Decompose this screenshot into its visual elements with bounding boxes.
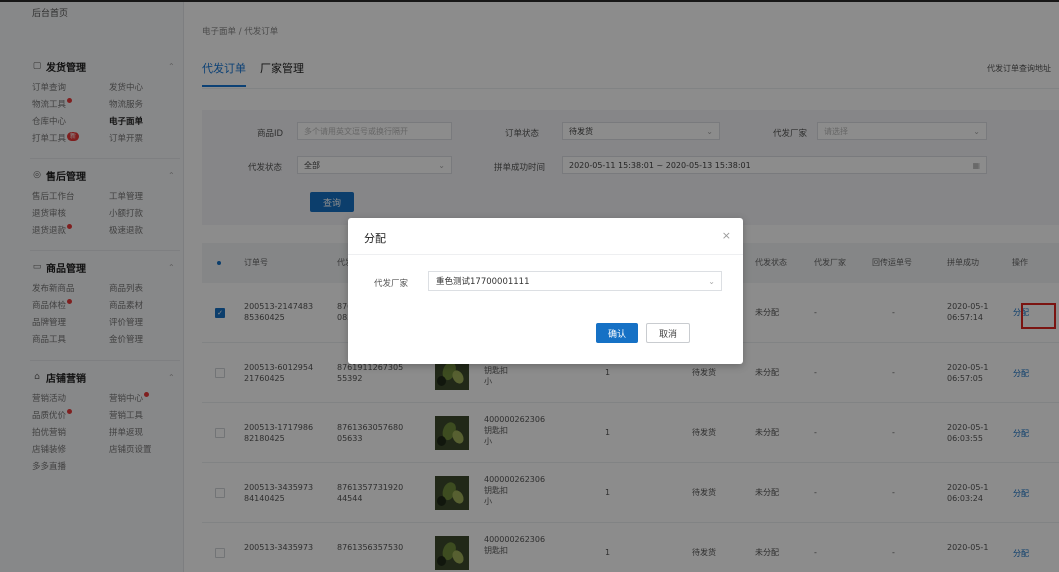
- divider: [348, 254, 743, 255]
- factory-select[interactable]: 重色测试17700001111 ⌄: [428, 271, 722, 291]
- close-icon[interactable]: ×: [722, 229, 731, 242]
- cancel-button[interactable]: 取消: [646, 323, 690, 343]
- confirm-button[interactable]: 确认: [596, 323, 638, 343]
- chevron-down-icon: ⌄: [708, 276, 715, 286]
- dialog-title: 分配: [364, 232, 386, 245]
- factory-label: 代发厂家: [374, 279, 409, 289]
- assign-dialog: 分配 × 代发厂家 重色测试17700001111 ⌄ 确认 取消: [348, 218, 743, 364]
- select-value: 重色测试17700001111: [436, 277, 530, 287]
